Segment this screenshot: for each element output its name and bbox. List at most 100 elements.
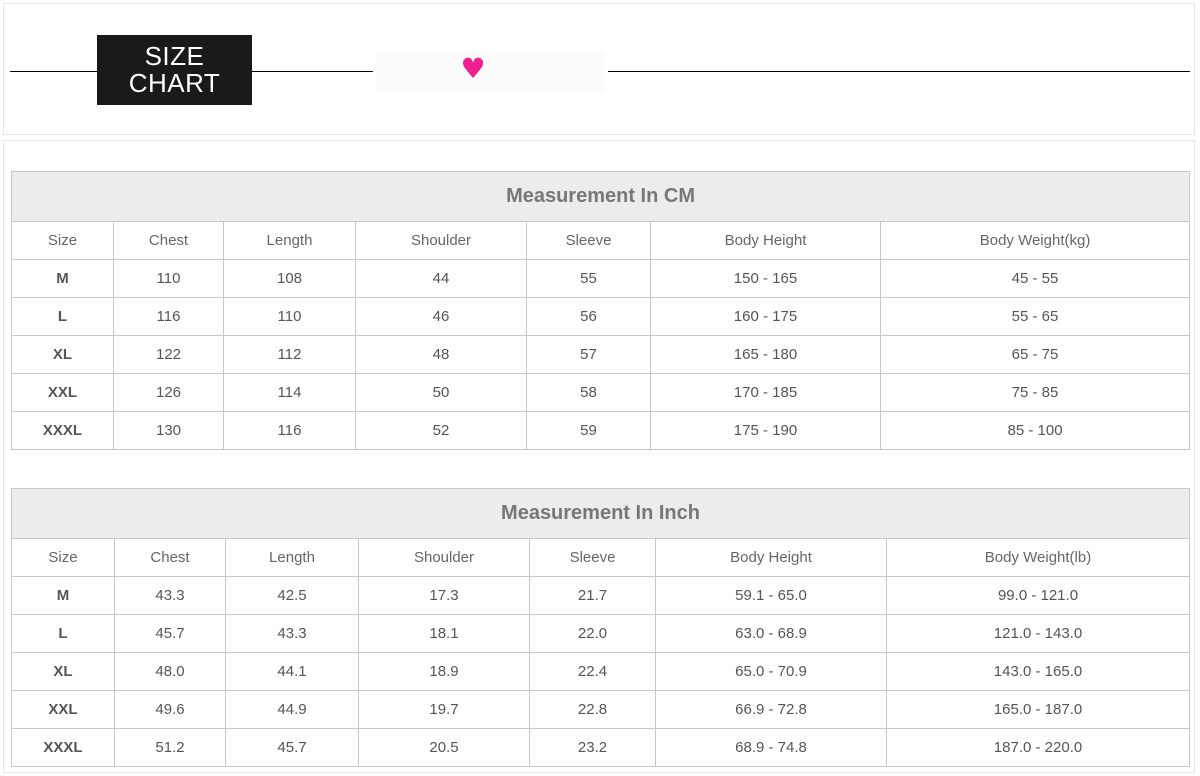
size-label-cell: M	[11, 576, 115, 615]
table-cell: 20.5	[358, 728, 530, 767]
table-cell: 126	[113, 373, 224, 412]
table-cell: 55	[526, 259, 651, 298]
table-title: Measurement In CM	[10, 171, 1191, 222]
table-cell: 45.7	[114, 614, 226, 653]
heart-icon: ♥	[460, 52, 486, 85]
table-cell: 51.2	[114, 728, 226, 767]
table-cell: 22.8	[529, 690, 656, 729]
table-cell: 68.9 - 74.8	[655, 728, 887, 767]
table-cell: 44.1	[225, 652, 359, 691]
table-row: XXXL 130 116 52 59 175 - 190 85 - 100	[11, 411, 1191, 450]
divider-line-right	[608, 71, 1190, 72]
table-cell: 42.5	[225, 576, 359, 615]
table-cell: 143.0 - 165.0	[886, 652, 1190, 691]
table-cell: 59.1 - 65.0	[655, 576, 887, 615]
size-label-cell: XXXL	[11, 411, 114, 450]
table-row: L 45.7 43.3 18.1 22.0 63.0 - 68.9 121.0 - 143.…	[11, 614, 1190, 653]
table-cell: 18.1	[358, 614, 530, 653]
table-cell: 160 - 175	[650, 297, 881, 336]
table-cell: 130	[113, 411, 224, 450]
table-cell: 23.2	[529, 728, 656, 767]
column-header: Body Weight(lb)	[886, 538, 1190, 577]
table-cell: 65.0 - 70.9	[655, 652, 887, 691]
table-cell: 19.7	[358, 690, 530, 729]
table-cell: 108	[223, 259, 356, 298]
size-chart-badge: SIZE CHART	[97, 35, 252, 105]
table-row: XXL 49.6 44.9 19.7 22.8 66.9 - 72.8 165.0 - 18…	[11, 690, 1190, 729]
column-header: Length	[225, 538, 359, 577]
column-header: Shoulder	[358, 538, 530, 577]
size-label-cell: L	[11, 297, 114, 336]
table-cell: 44.9	[225, 690, 359, 729]
table-title: Measurement In Inch	[11, 488, 1190, 539]
size-label-cell: XXXL	[11, 728, 115, 767]
table-row: XXXL 51.2 45.7 20.5 23.2 68.9 - 74.8 187.0 - 2…	[11, 728, 1190, 767]
table-cell: 46	[355, 297, 527, 336]
size-label-cell: XL	[11, 652, 115, 691]
table-cell: 43.3	[114, 576, 226, 615]
table-cell: 99.0 - 121.0	[886, 576, 1190, 615]
table-row: XL 122 112 48 57 165 - 180 65 - 75	[11, 335, 1191, 374]
table-cell: 50	[355, 373, 527, 412]
table-row: M 43.3 42.5 17.3 21.7 59.1 - 65.0 99.0 - 121.0	[11, 576, 1190, 615]
column-header: Body Height	[650, 221, 881, 260]
table-cell: 122	[113, 335, 224, 374]
table-cell: 187.0 - 220.0	[886, 728, 1190, 767]
size-label-cell: M	[11, 259, 114, 298]
size-label-cell: XXL	[11, 690, 115, 729]
table-cell: 165 - 180	[650, 335, 881, 374]
table-cell: 65 - 75	[879, 335, 1191, 374]
table-row: XL 48.0 44.1 18.9 22.4 65.0 - 70.9 143.0 - 165…	[11, 652, 1190, 691]
table-cell: 22.0	[529, 614, 656, 653]
table-cell: 49.6	[114, 690, 226, 729]
table-cell: 21.7	[529, 576, 656, 615]
divider-line-middle	[252, 71, 373, 72]
size-label-cell: XL	[11, 335, 114, 374]
badge-line-1: SIZE	[144, 41, 205, 71]
table-cell: 55 - 65	[879, 297, 1191, 336]
table-header-row: Size Chest Length Shoulder Sleeve Body Height…	[11, 538, 1190, 577]
table-cell: 85 - 100	[879, 411, 1191, 450]
column-header: Length	[223, 221, 356, 260]
table-cell: 121.0 - 143.0	[886, 614, 1190, 653]
column-header: Chest	[114, 538, 226, 577]
table-cell: 170 - 185	[650, 373, 881, 412]
table-cell: 116	[223, 411, 356, 450]
size-label-cell: L	[11, 614, 115, 653]
table-cell: 48	[355, 335, 527, 374]
table-cell: 52	[355, 411, 527, 450]
table-cell: 17.3	[358, 576, 530, 615]
table-cell: 48.0	[114, 652, 226, 691]
table-row: L 116 110 46 56 160 - 175 55 - 65	[11, 297, 1191, 336]
table-cell: 45.7	[225, 728, 359, 767]
measurement-cm-table: Measurement In CM Size Chest Length Shoulder…	[10, 171, 1191, 450]
table-cell: 44	[355, 259, 527, 298]
table-cell: 18.9	[358, 652, 530, 691]
table-cell: 114	[223, 373, 356, 412]
column-header: Body Height	[655, 538, 887, 577]
table-cell: 175 - 190	[650, 411, 881, 450]
table-cell: 66.9 - 72.8	[655, 690, 887, 729]
table-cell: 45 - 55	[879, 259, 1191, 298]
column-header: Shoulder	[355, 221, 527, 260]
table-cell: 116	[113, 297, 224, 336]
table-cell: 59	[526, 411, 651, 450]
column-header: Body Weight(kg)	[879, 221, 1191, 260]
size-label-cell: XXL	[11, 373, 114, 412]
divider-line-left	[10, 71, 98, 72]
table-cell: 112	[223, 335, 356, 374]
table-cell: 110	[113, 259, 224, 298]
column-header: Chest	[113, 221, 224, 260]
measurement-inch-table: Measurement In Inch Size Chest Length Should…	[11, 488, 1190, 767]
table-cell: 75 - 85	[879, 373, 1191, 412]
column-header: Size	[11, 538, 115, 577]
column-header: Size	[11, 221, 114, 260]
column-header: Sleeve	[526, 221, 651, 260]
table-cell: 150 - 165	[650, 259, 881, 298]
table-cell: 43.3	[225, 614, 359, 653]
table-cell: 56	[526, 297, 651, 336]
table-cell: 58	[526, 373, 651, 412]
table-cell: 110	[223, 297, 356, 336]
table-row: M 110 108 44 55 150 - 165 45 - 55	[11, 259, 1191, 298]
column-header: Sleeve	[529, 538, 656, 577]
